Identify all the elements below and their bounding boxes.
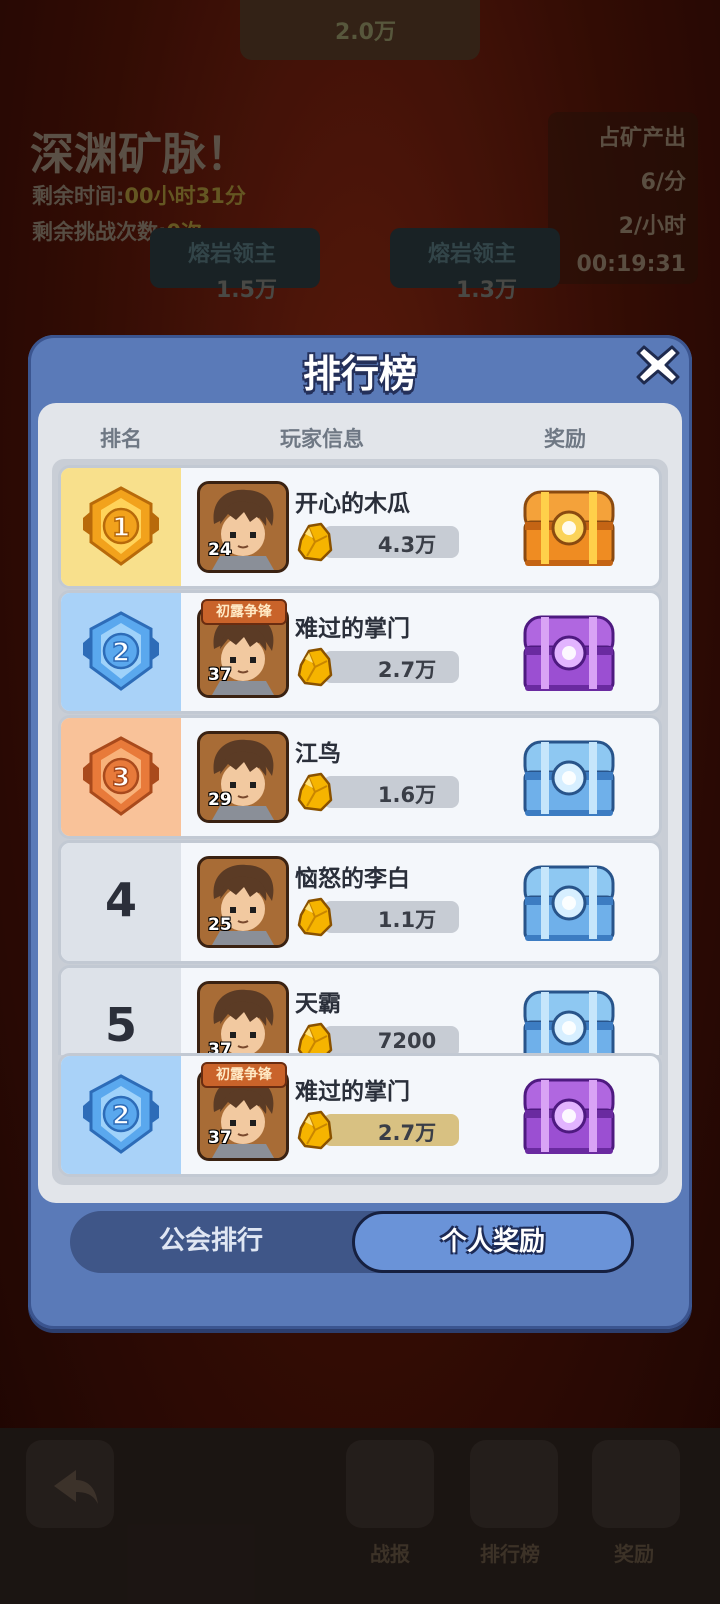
ranking-list-scroll[interactable]: 1 24 开心的木瓜 4.3万 2 37 难过的掌门 2.7万 初露争锋 3 2… bbox=[58, 465, 662, 1055]
rank-cell: 4 bbox=[61, 843, 181, 961]
modal-title: 排行榜 bbox=[302, 352, 417, 396]
avatar[interactable]: 29 bbox=[197, 731, 289, 823]
player-level: 25 bbox=[208, 915, 232, 935]
rank-cell: 2 bbox=[61, 593, 181, 711]
gold-ore-icon bbox=[297, 1022, 333, 1055]
rank-cell: 2 bbox=[61, 1056, 181, 1174]
tab-personal-reward[interactable]: 个人奖励 bbox=[352, 1211, 634, 1273]
ranking-panel: 排名 玩家信息 奖励 1 24 开心的木瓜 4.3万 2 37 难过的掌门 2.… bbox=[38, 403, 682, 1203]
self-ranking-row[interactable]: 2 37 难过的掌门 2.7万 初露争锋 bbox=[58, 1053, 662, 1177]
rank-number: 1 bbox=[112, 513, 130, 543]
avatar[interactable]: 25 bbox=[197, 856, 289, 948]
player-name: 恼怒的李白 bbox=[295, 866, 410, 892]
rank-cell: 3 bbox=[61, 718, 181, 836]
header-player-info: 玩家信息 bbox=[280, 427, 364, 451]
gold-value: 2.7万 bbox=[377, 1121, 437, 1145]
player-level: 37 bbox=[208, 1128, 232, 1148]
gold-bar: 1.1万 bbox=[323, 901, 459, 933]
tab-guild-ranking[interactable]: 公会排行 bbox=[70, 1211, 352, 1273]
title-badge: 初露争锋 bbox=[201, 599, 287, 625]
player-name: 难过的掌门 bbox=[295, 1079, 410, 1105]
rank-number: 2 bbox=[112, 1101, 130, 1131]
gold-ore-icon bbox=[297, 522, 333, 562]
ranking-row[interactable]: 3 29 江鸟 1.6万 bbox=[58, 715, 662, 839]
gold-bar: 4.3万 bbox=[323, 526, 459, 558]
gold-value: 4.3万 bbox=[377, 533, 437, 557]
tab-bar: 公会排行 个人奖励 bbox=[70, 1211, 634, 1273]
gold-bar: 1.6万 bbox=[323, 776, 459, 808]
player-level: 24 bbox=[208, 540, 232, 560]
ranking-row[interactable]: 2 37 难过的掌门 2.7万 初露争锋 bbox=[58, 590, 662, 714]
rank-number: 3 bbox=[112, 763, 130, 793]
rank-number: 4 bbox=[104, 873, 137, 927]
player-name: 天霸 bbox=[295, 991, 341, 1017]
gold-value: 1.1万 bbox=[377, 908, 437, 932]
gold-ore-icon bbox=[297, 897, 333, 937]
treasure-chest-icon[interactable] bbox=[519, 1070, 619, 1158]
gold-value: 2.7万 bbox=[377, 658, 437, 682]
gold-bar: 7200 bbox=[323, 1026, 459, 1055]
close-icon bbox=[636, 345, 680, 385]
title-badge: 初露争锋 bbox=[201, 1062, 287, 1088]
avatar[interactable]: 24 bbox=[197, 481, 289, 573]
player-level: 29 bbox=[208, 790, 232, 810]
ranking-list[interactable]: 1 24 开心的木瓜 4.3万 2 37 难过的掌门 2.7万 初露争锋 3 2… bbox=[52, 459, 668, 1185]
rank-medal-icon: 3 bbox=[83, 736, 159, 816]
treasure-chest-icon[interactable] bbox=[519, 732, 619, 820]
ranking-row[interactable]: 4 25 恼怒的李白 1.1万 bbox=[58, 840, 662, 964]
player-level: 37 bbox=[208, 665, 232, 685]
gold-value: 7200 bbox=[377, 1029, 437, 1053]
treasure-chest-icon[interactable] bbox=[519, 607, 619, 695]
ranking-row[interactable]: 1 24 开心的木瓜 4.3万 bbox=[58, 465, 662, 589]
gold-value: 1.6万 bbox=[377, 783, 437, 807]
header-rank: 排名 bbox=[100, 427, 142, 451]
rank-medal-icon: 2 bbox=[83, 1074, 159, 1154]
rank-number: 5 bbox=[104, 998, 137, 1052]
gold-ore-icon bbox=[297, 647, 333, 687]
gold-ore-icon bbox=[297, 772, 333, 812]
player-name: 江鸟 bbox=[295, 741, 341, 767]
ranking-row[interactable]: 5 37 天霸 7200 bbox=[58, 965, 662, 1055]
treasure-chest-icon[interactable] bbox=[519, 982, 619, 1055]
treasure-chest-icon[interactable] bbox=[519, 482, 619, 570]
rank-cell: 1 bbox=[61, 468, 181, 586]
header-reward: 奖励 bbox=[544, 427, 586, 451]
close-button[interactable] bbox=[636, 343, 680, 387]
player-name: 开心的木瓜 bbox=[295, 491, 410, 517]
rank-medal-icon: 2 bbox=[83, 611, 159, 691]
gold-bar: 2.7万 bbox=[323, 651, 459, 683]
gold-bar: 2.7万 bbox=[323, 1114, 459, 1146]
ranking-modal: 排行榜 排名 玩家信息 奖励 1 24 开心的木瓜 4.3万 2 37 难过的掌… bbox=[28, 335, 692, 1329]
treasure-chest-icon[interactable] bbox=[519, 857, 619, 945]
rank-medal-icon: 1 bbox=[83, 486, 159, 566]
rank-cell: 5 bbox=[61, 968, 181, 1055]
rank-number: 2 bbox=[112, 638, 130, 668]
avatar[interactable]: 37 bbox=[197, 981, 289, 1055]
gold-ore-icon bbox=[297, 1110, 333, 1150]
player-name: 难过的掌门 bbox=[295, 616, 410, 642]
